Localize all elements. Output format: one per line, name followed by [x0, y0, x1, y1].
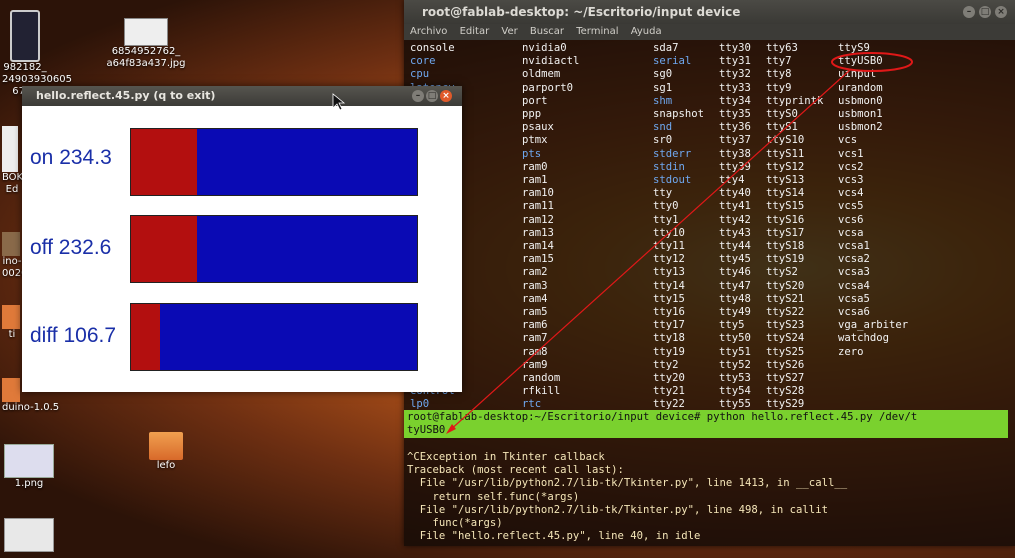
mouse-cursor-icon: [332, 93, 346, 111]
annotation-ellipse: [831, 52, 913, 72]
annotation-arrow-line: [447, 69, 851, 433]
annotation-overlay: [332, 52, 913, 434]
